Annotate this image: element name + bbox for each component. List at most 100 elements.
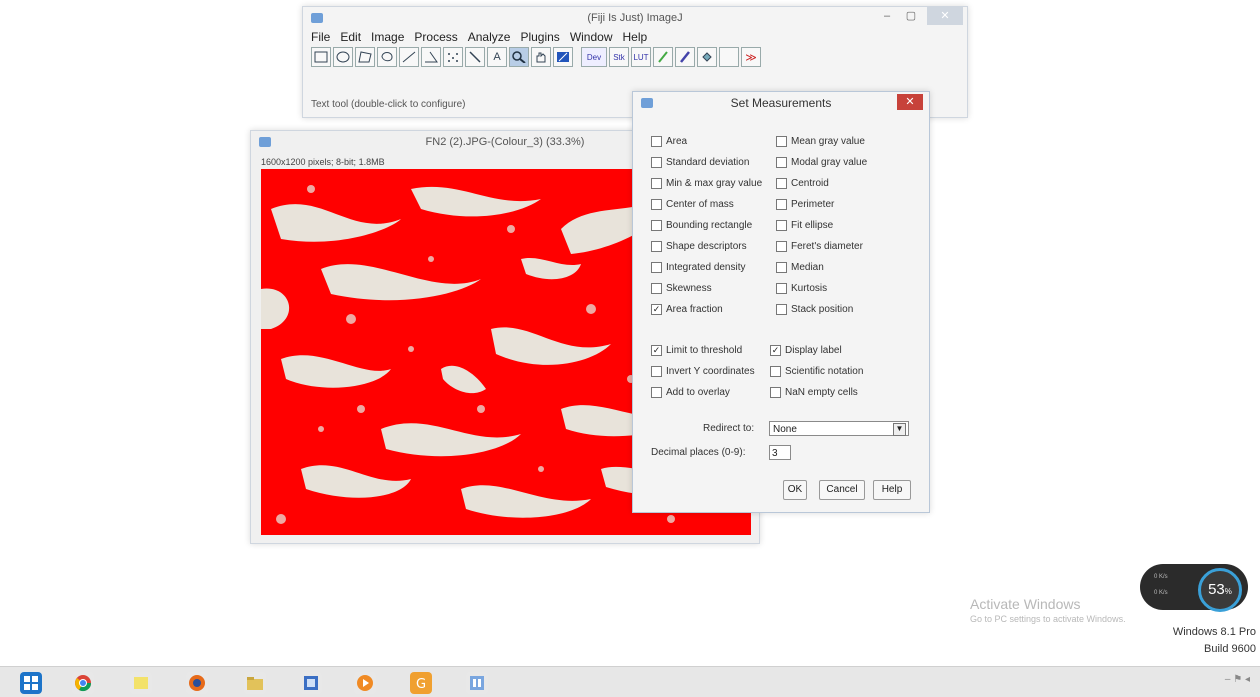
checkbox-limit-to-threshold[interactable]: ✓ Limit to threshold [651,345,742,356]
oval-tool-icon[interactable] [333,47,353,67]
line-tool-icon[interactable] [399,47,419,67]
checkbox-kurtosis[interactable]: Kurtosis [776,283,827,294]
checkbox-box[interactable] [770,366,781,377]
maximize-button[interactable]: ▢ [901,7,921,25]
checkbox-bounding-rectangle[interactable]: Bounding rectangle [651,220,752,231]
system-tray[interactable]: – ⚑ ◂ [1225,674,1250,685]
checkbox-box[interactable] [776,157,787,168]
checkbox-box[interactable] [776,220,787,231]
checkbox-invert-y[interactable]: Invert Y coordinates [651,366,755,377]
checkbox-fit-ellipse[interactable]: Fit ellipse [776,220,833,231]
checkbox-mean-gray-value[interactable]: Mean gray value [776,136,865,147]
sticky-notes-icon[interactable] [130,672,152,694]
checkbox-box[interactable] [770,387,781,398]
magnifier-tool-icon[interactable] [509,47,529,67]
brush-tool-icon[interactable] [675,47,695,67]
developer-menu-icon[interactable]: Dev [581,47,607,67]
app-g-icon[interactable]: G [410,672,432,694]
checkbox-nan-empty-cells[interactable]: NaN empty cells [770,387,858,398]
start-button-icon[interactable] [20,672,42,694]
checkmark-icon[interactable]: ✓ [770,345,781,356]
color-picker-tool-icon[interactable] [553,47,573,67]
checkbox-modal-gray-value[interactable]: Modal gray value [776,157,867,168]
hand-tool-icon[interactable] [531,47,551,67]
menu-window[interactable]: Window [570,30,613,44]
checkbox-box[interactable] [776,136,787,147]
checkbox-add-to-overlay[interactable]: Add to overlay [651,387,730,398]
stack-menu-icon[interactable]: Stk [609,47,629,67]
menu-plugins[interactable]: Plugins [520,30,559,44]
flag-icon[interactable]: ⚑ [1233,674,1242,685]
wand-tool-icon[interactable] [465,47,485,67]
checkmark-icon[interactable]: ✓ [651,345,662,356]
checkbox-box[interactable] [776,241,787,252]
checkbox-box[interactable] [776,262,787,273]
checkbox-box[interactable] [776,199,787,210]
checkbox-stack-position[interactable]: Stack position [776,304,853,315]
pencil-tool-icon[interactable] [653,47,673,67]
menu-analyze[interactable]: Analyze [468,30,511,44]
checkbox-box[interactable] [776,304,787,315]
checkbox-box[interactable] [651,366,662,377]
imagej-taskbar-icon[interactable] [300,672,322,694]
checkbox-shape-descriptors[interactable]: Shape descriptors [651,241,747,252]
checkbox-perimeter[interactable]: Perimeter [776,199,834,210]
checkbox-skewness[interactable]: Skewness [651,283,712,294]
text-tool-icon[interactable]: A [487,47,507,67]
checkbox-ferets-diameter[interactable]: Feret's diameter [776,241,863,252]
checkbox-box[interactable] [776,178,787,189]
cancel-button[interactable]: Cancel [819,480,865,500]
polygon-tool-icon[interactable] [355,47,375,67]
angle-tool-icon[interactable] [421,47,441,67]
volume-icon[interactable]: ◂ [1245,674,1250,685]
rectangle-tool-icon[interactable] [311,47,331,67]
file-explorer-icon[interactable] [244,672,266,694]
imagej-titlebar[interactable]: (Fiji Is Just) ImageJ – ▢ ✕ [303,7,967,29]
checkbox-center-of-mass[interactable]: Center of mass [651,199,734,210]
help-button[interactable]: Help [873,480,911,500]
checkbox-box[interactable] [651,262,662,273]
lut-menu-icon[interactable]: LUT [631,47,651,67]
firefox-icon[interactable] [186,672,208,694]
ok-button[interactable]: OK [783,480,807,500]
checkbox-area-box[interactable] [651,136,662,147]
menu-file[interactable]: File [311,30,330,44]
checkbox-box[interactable] [651,283,662,294]
decimal-places-input[interactable]: 3 [769,445,791,460]
network-gauge-widget[interactable]: 0 K/s 0 K/s 53% [1140,564,1248,612]
freehand-tool-icon[interactable] [377,47,397,67]
menu-image[interactable]: Image [371,30,404,44]
checkbox-box[interactable] [651,387,662,398]
redirect-select[interactable]: None ▼ [769,421,909,436]
checkbox-area[interactable]: Area [651,136,687,147]
menu-help[interactable]: Help [623,30,648,44]
dialog-close-button[interactable]: ✕ [897,94,923,110]
menu-process[interactable]: Process [414,30,457,44]
point-tool-icon[interactable] [443,47,463,67]
dropdown-arrow-icon[interactable]: ▼ [893,423,906,436]
checkbox-standard-deviation[interactable]: Standard deviation [651,157,749,168]
checkbox-min-max-gray[interactable]: Min & max gray value [651,178,762,189]
more-tools-icon[interactable]: ≫ [741,47,761,67]
checkbox-area-fraction[interactable]: ✓ Area fraction [651,304,723,315]
checkbox-median[interactable]: Median [776,262,824,273]
minimize-button[interactable]: – [877,7,897,25]
menu-edit[interactable]: Edit [340,30,361,44]
checkmark-icon[interactable]: ✓ [651,304,662,315]
checkbox-box[interactable] [651,157,662,168]
checkbox-box[interactable] [776,283,787,294]
checkbox-box[interactable] [651,220,662,231]
empty-tool-slot[interactable] [719,47,739,67]
checkbox-display-label[interactable]: ✓ Display label [770,345,842,356]
checkbox-centroid[interactable]: Centroid [776,178,829,189]
tray-chevron-icon[interactable]: – [1225,674,1231,685]
close-button[interactable]: ✕ [927,7,963,25]
checkbox-box[interactable] [651,178,662,189]
dialog-titlebar[interactable]: Set Measurements ✕ [633,92,929,114]
checkbox-box[interactable] [651,241,662,252]
checkbox-scientific-notation[interactable]: Scientific notation [770,366,863,377]
fiji-taskbar-icon[interactable] [466,672,488,694]
media-player-icon[interactable] [354,672,376,694]
chrome-icon[interactable] [72,672,94,694]
flood-fill-tool-icon[interactable] [697,47,717,67]
